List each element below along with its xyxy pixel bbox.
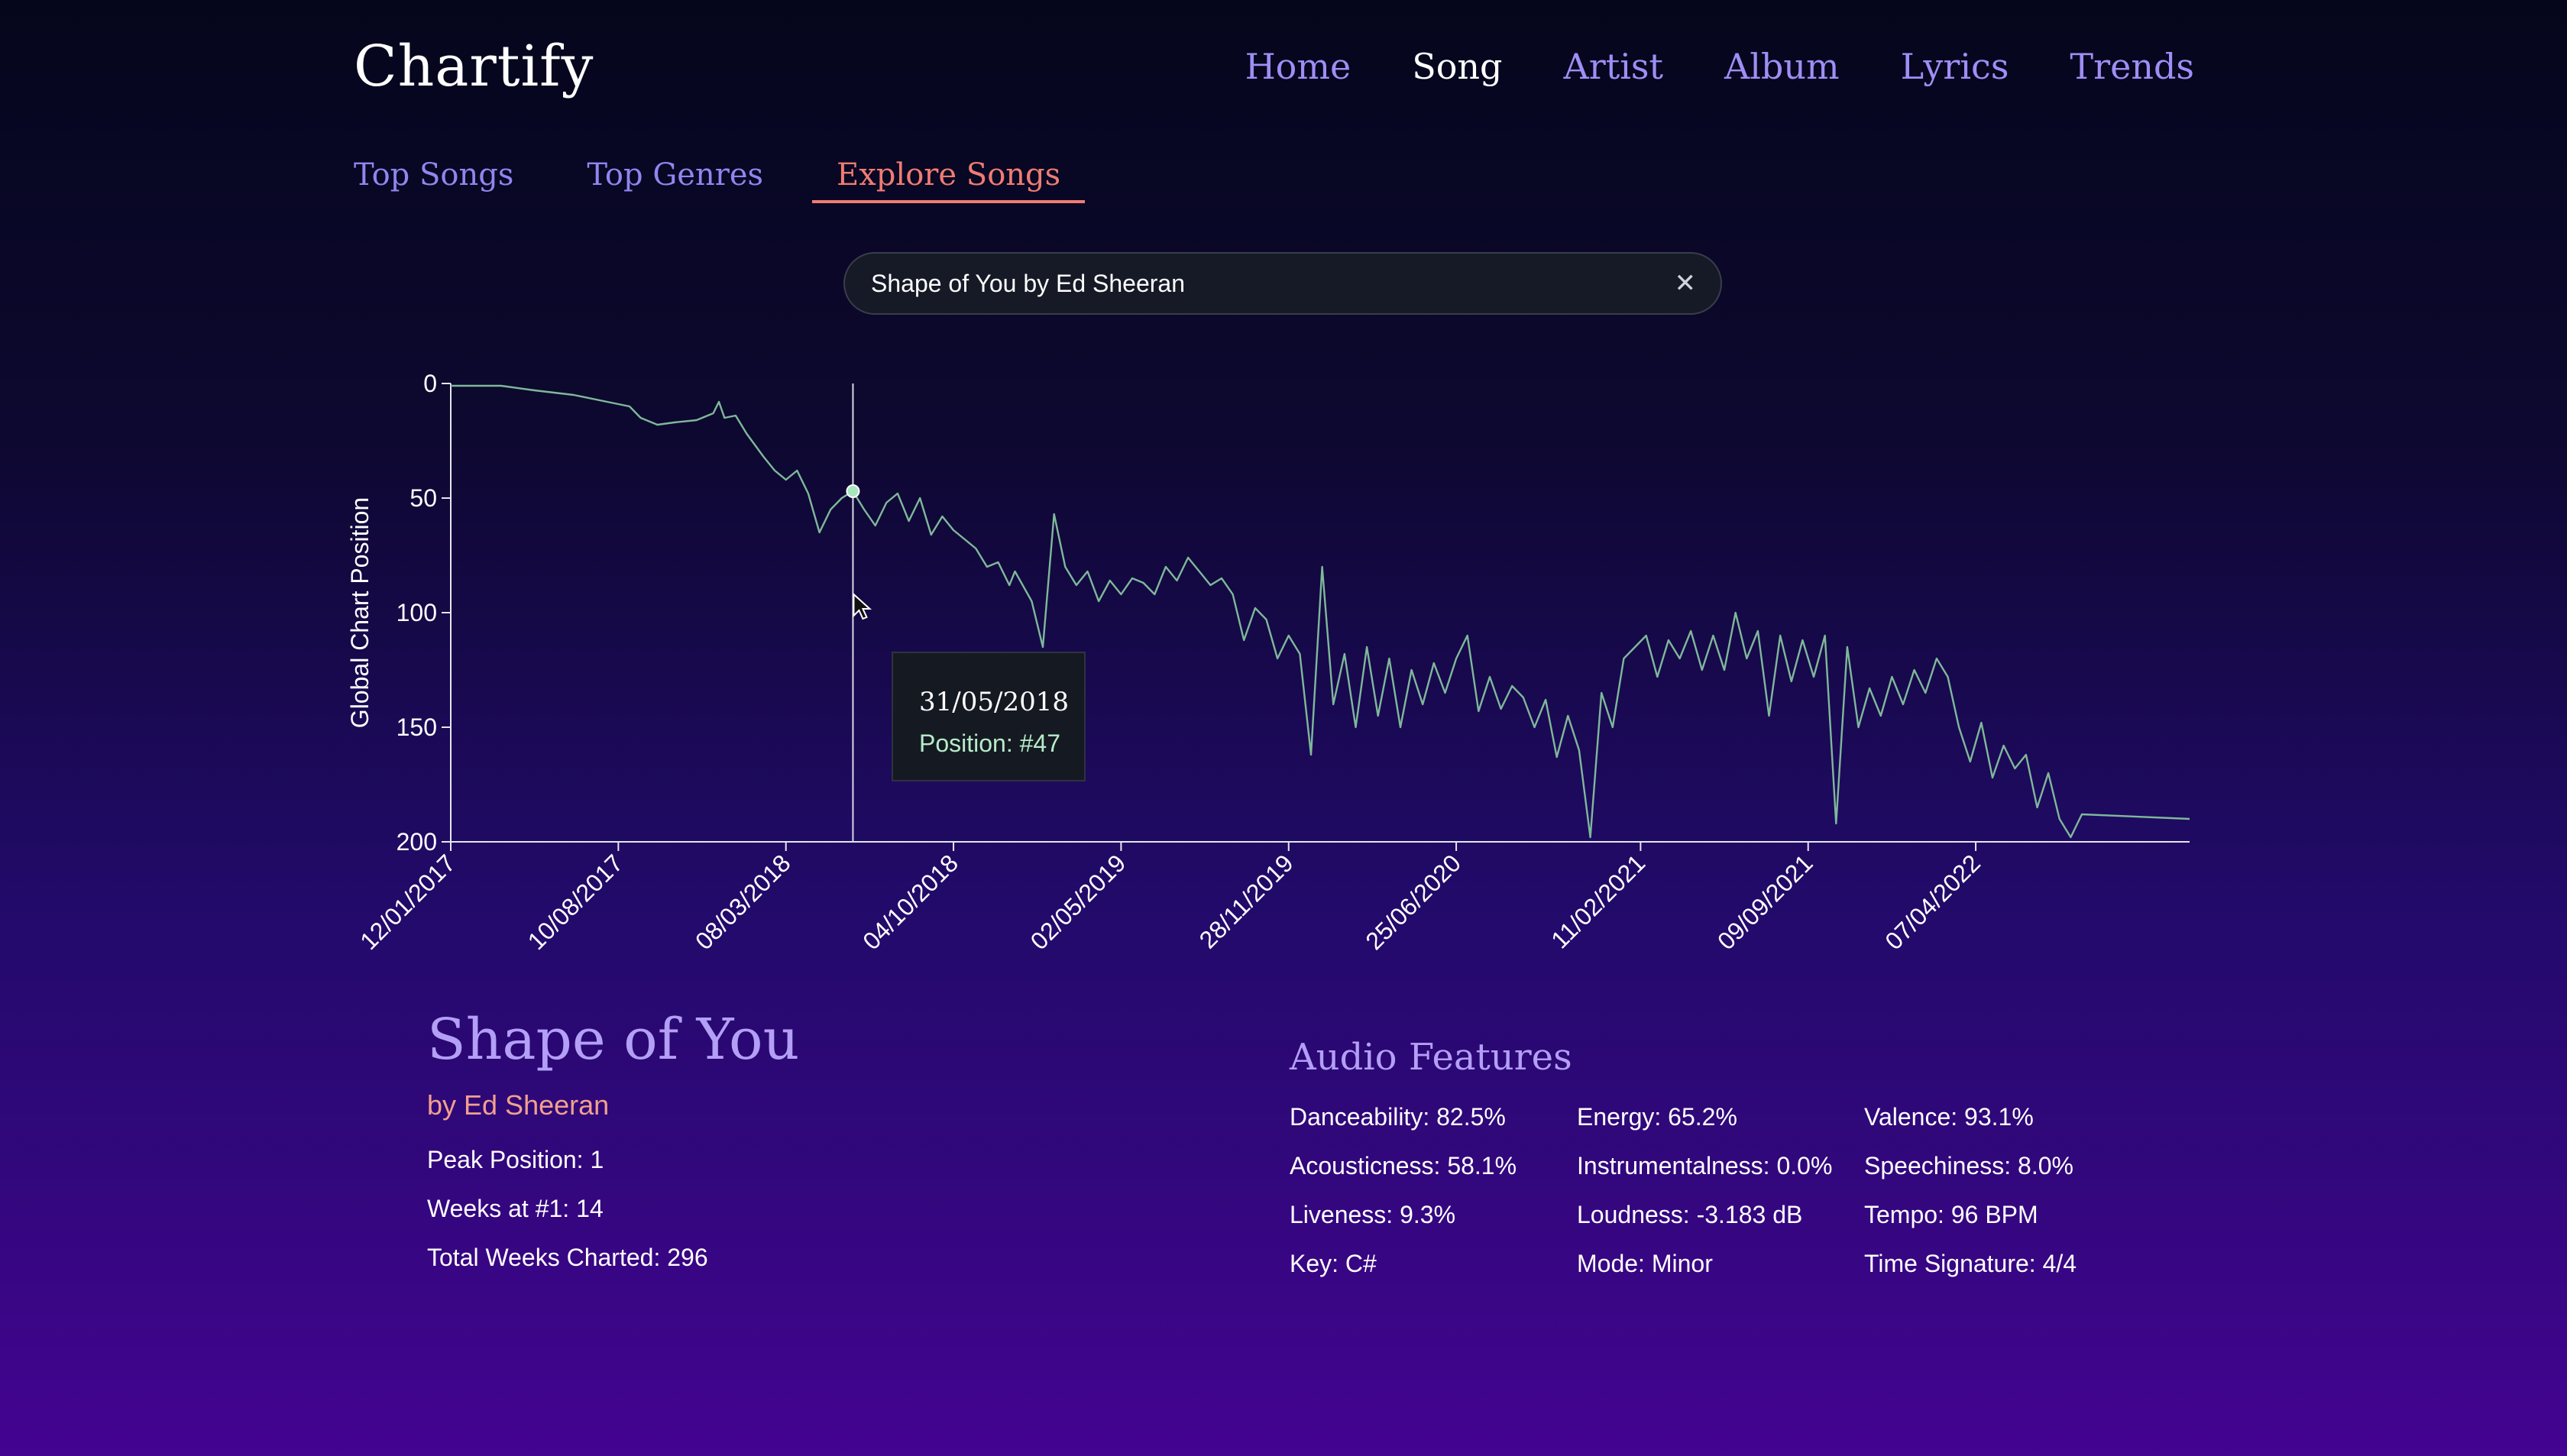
weeks-at-one: Weeks at #1: 14	[427, 1195, 604, 1222]
x-tick-label: 09/09/2021	[1712, 849, 1818, 955]
peak-position: Peak Position: 1	[427, 1146, 604, 1173]
feature-acousticness: Acousticness: 58.1%	[1290, 1152, 1517, 1179]
y-tick-label: 100	[397, 599, 437, 626]
feature-time-signature: Time Signature: 4/4	[1864, 1250, 2077, 1277]
feature-liveness: Liveness: 9.3%	[1290, 1201, 1456, 1228]
chart-tooltip: 31/05/2018 Position: #47	[892, 652, 1086, 781]
y-tick-label: 150	[397, 713, 437, 741]
feature-instrumentalness: Instrumentalness: 0.0%	[1577, 1152, 1833, 1179]
feature-speechiness: Speechiness: 8.0%	[1864, 1152, 2073, 1179]
y-tick-label: 0	[423, 370, 437, 397]
x-tick-label: 04/10/2018	[857, 849, 963, 955]
feature-energy: Energy: 65.2%	[1577, 1103, 1737, 1131]
x-tick-label: 08/03/2018	[690, 849, 796, 955]
feature-mode: Mode: Minor	[1577, 1250, 1713, 1277]
series-line	[451, 384, 2190, 839]
song-title: Shape of You	[427, 1007, 800, 1073]
x-tick-label: 12/01/2017	[354, 849, 461, 955]
feature-tempo: Tempo: 96 BPM	[1864, 1201, 2038, 1228]
tooltip-position: Position: #47	[919, 730, 1061, 757]
feature-danceability: Danceability: 82.5%	[1290, 1103, 1506, 1131]
x-tick-label: 10/08/2017	[523, 849, 629, 955]
y-axis-label: Global Chart Position	[346, 497, 374, 728]
feature-key: Key: C#	[1290, 1250, 1377, 1277]
feature-loudness: Loudness: -3.183 dB	[1577, 1201, 1803, 1228]
song-artist[interactable]: by Ed Sheeran	[427, 1089, 609, 1121]
audio-features-heading: Audio Features	[1290, 1036, 1572, 1079]
y-tick-label: 50	[409, 484, 437, 512]
chart[interactable]: 0 50 100 150 200 Global Chart Position 12/01/2…	[0, 0, 2567, 993]
x-tick-label: 28/11/2019	[1194, 849, 1299, 953]
x-tick-label: 07/04/2022	[1879, 849, 1986, 955]
feature-valence: Valence: 93.1%	[1864, 1103, 2034, 1131]
x-tick-label: 25/06/2020	[1360, 849, 1466, 955]
highlight-point	[846, 484, 860, 498]
tooltip-date: 31/05/2018	[919, 687, 1069, 717]
mouse-cursor-icon	[853, 592, 872, 620]
total-weeks: Total Weeks Charted: 296	[427, 1244, 708, 1271]
x-tick-label: 11/02/2021	[1546, 849, 1650, 953]
y-tick-label: 200	[397, 828, 437, 856]
x-tick-label: 02/05/2019	[1025, 849, 1131, 955]
